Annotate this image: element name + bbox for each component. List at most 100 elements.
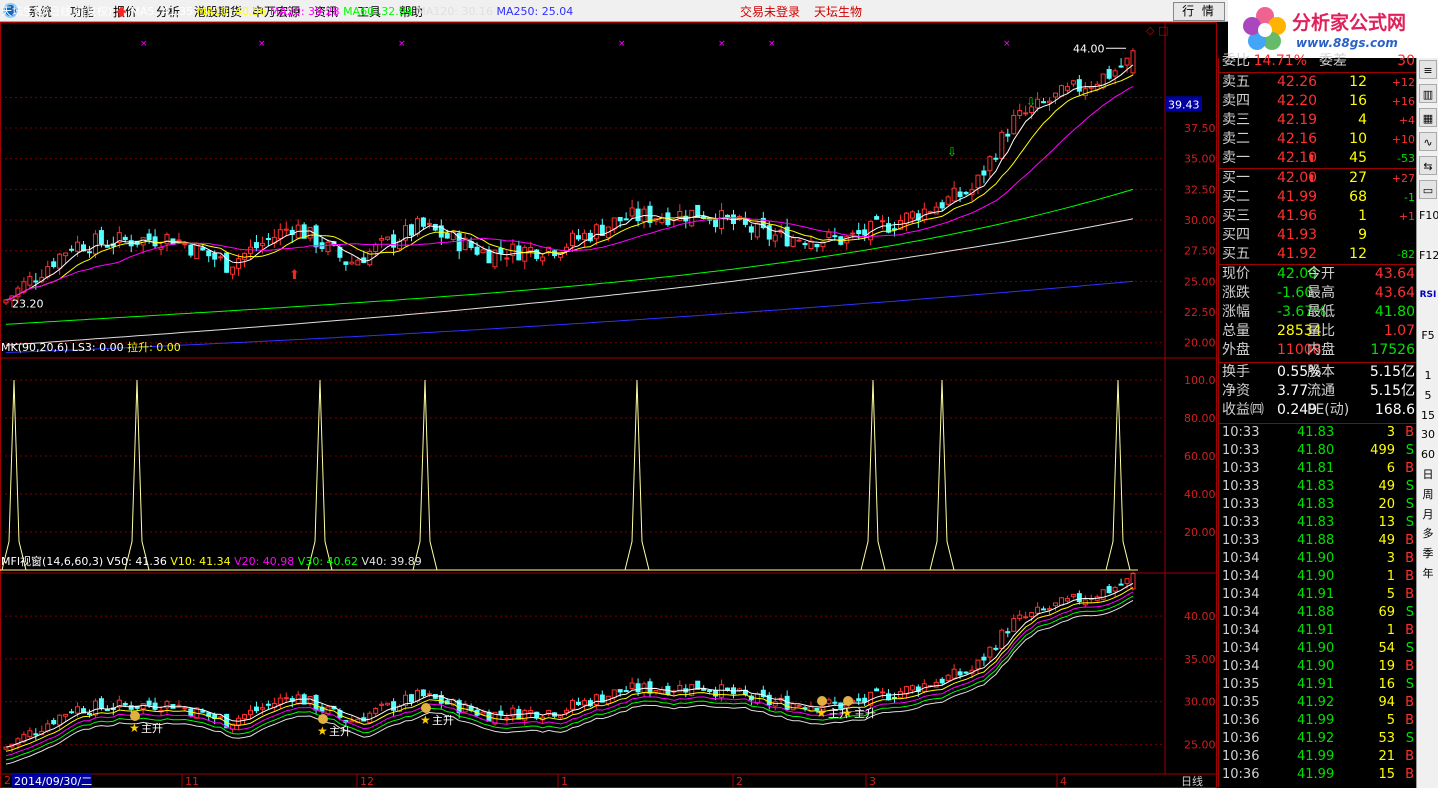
candle-body xyxy=(1047,100,1053,104)
tick-direction: S xyxy=(1405,479,1414,494)
panel-window-icons[interactable]: ◇ □ xyxy=(1146,24,1168,37)
ma60-value: MA60: 32.94 xyxy=(343,5,413,18)
tick-row: 10:33 41.88 49 B xyxy=(1219,532,1417,550)
tick-volume: 53 xyxy=(1378,731,1395,746)
mfi-candle-body xyxy=(975,659,981,670)
toolbar-button[interactable]: 1 xyxy=(1419,366,1437,385)
candle-body xyxy=(218,256,224,259)
toolbar-button[interactable]: 30 xyxy=(1419,425,1437,444)
tick-volume: 20 xyxy=(1378,497,1395,512)
toolbar-button[interactable]: 15 xyxy=(1419,406,1437,425)
mfi-candle-body xyxy=(939,678,945,684)
minute-icon[interactable]: ▭ xyxy=(1419,180,1437,199)
quote-tab[interactable]: 行 情 xyxy=(1173,2,1225,21)
book-row: 买四 41.93 9 xyxy=(1219,226,1417,245)
toolbar-button[interactable]: F12 xyxy=(1419,246,1438,265)
fund-value: 5.15亿 xyxy=(1369,383,1415,399)
mk-spike xyxy=(307,379,333,571)
toolbar-button[interactable]: RSI xyxy=(1419,286,1437,305)
weicha-value: 30 xyxy=(1397,53,1415,69)
signal-marker-icon: × xyxy=(1003,39,1011,49)
book-label: 买四 xyxy=(1222,227,1250,243)
toolbar-button[interactable]: 5 xyxy=(1419,386,1437,405)
weicha-label: 委差 xyxy=(1319,53,1347,69)
mfi-candle-body xyxy=(164,700,170,709)
mk-lasheng: 拉升: 0.00 xyxy=(127,341,181,354)
mfi-candle-body xyxy=(75,706,81,714)
candle-body xyxy=(939,202,945,209)
arrow-up-icon: ⬆ xyxy=(1307,172,1317,185)
current-price-tag-text: 39.43 xyxy=(1168,98,1200,111)
candle-body xyxy=(373,244,379,253)
toolbar-button[interactable]: 日 xyxy=(1419,465,1437,484)
mfi-candle-body xyxy=(790,703,796,711)
line-chart-icon[interactable]: ∿ xyxy=(1419,132,1437,151)
candle-body xyxy=(408,224,414,236)
mfi-v30: V30: 40.62 xyxy=(297,555,359,568)
candle-body xyxy=(957,191,963,198)
signal-marker-icon: × xyxy=(140,39,148,49)
list-icon[interactable]: ≡ xyxy=(1419,60,1437,79)
mk-tick-label: 80.00 xyxy=(1184,412,1216,425)
quote-panel: 委比 14.71% 委差 30 卖五 42.26 12 +12 卖四 42.20 16 +16… xyxy=(1218,53,1417,788)
tick-row: 10:33 41.81 6 B xyxy=(1219,460,1417,478)
mfi-candle-body xyxy=(575,701,581,706)
mfi-candle-body xyxy=(1011,618,1017,632)
mfi-candle-body xyxy=(957,671,963,676)
candle-body xyxy=(92,233,98,255)
toolbar-button[interactable]: 多 xyxy=(1419,524,1437,543)
tick-price: 41.88 xyxy=(1297,605,1335,620)
watermark-url: www.88gs.com xyxy=(1296,36,1398,50)
mfi-candle-body xyxy=(593,694,599,705)
toolbar-button[interactable]: F10 xyxy=(1419,206,1438,225)
ma250-value: MA250: 25.04 xyxy=(496,5,574,18)
candle-body xyxy=(748,226,754,233)
mfi-candle-body xyxy=(1124,578,1130,584)
mfi-candle-body xyxy=(1035,606,1041,614)
mfi-panel-legend: MFI视窗(14,6,60,3) V50: 41.36 V10: 41.34 V… xyxy=(1,553,422,569)
ma10-line xyxy=(5,74,1134,301)
book-row: 买三 41.96 1 +1 xyxy=(1219,207,1417,226)
tick-volume: 1 xyxy=(1386,623,1395,638)
weibi-value: 14.71% xyxy=(1253,53,1307,69)
mfi-candle-body xyxy=(611,689,617,698)
tick-volume: 94 xyxy=(1378,695,1395,710)
mfi-candle-body xyxy=(951,668,957,679)
book-price: 42.16 xyxy=(1277,131,1318,147)
toolbar-button[interactable]: F5 xyxy=(1419,326,1437,345)
mfi-candle-body xyxy=(247,709,253,716)
mfi-candle-body xyxy=(1058,597,1064,606)
mfi-v30-line xyxy=(5,595,1134,761)
kline-chart[interactable]: 37.50 35.00 32.50 30.00 27.50 25.00 22.50 20.00… xyxy=(0,22,1218,788)
star-icon: ★ xyxy=(816,706,827,720)
toolbar-button[interactable]: 季 xyxy=(1419,544,1437,563)
candle-body xyxy=(206,250,212,257)
candle-body xyxy=(1118,65,1124,68)
tick-time: 10:33 xyxy=(1222,425,1260,440)
mfi-v50-line xyxy=(5,582,1134,748)
grid-icon[interactable]: ▦ xyxy=(1419,108,1437,127)
mfi-candle-body xyxy=(63,713,69,717)
tick-direction: S xyxy=(1405,677,1414,692)
compare-icon[interactable]: ⇆ xyxy=(1419,156,1437,175)
toolbar-button[interactable]: 60 xyxy=(1419,445,1437,464)
bars-icon[interactable]: ▥ xyxy=(1419,84,1437,103)
candle-body xyxy=(945,196,951,205)
toolbar-button[interactable]: 月 xyxy=(1419,505,1437,524)
tick-direction: B xyxy=(1405,713,1414,728)
tick-time: 10:35 xyxy=(1222,677,1260,692)
toolbar-button[interactable]: 周 xyxy=(1419,485,1437,504)
book-row: 卖五 42.26 12 +12 xyxy=(1219,73,1417,92)
signal-marker-icon: × xyxy=(618,39,626,49)
candle-body xyxy=(772,234,778,242)
price-tick-label: 25.00 xyxy=(1184,275,1216,288)
candle-body xyxy=(575,235,581,240)
candle-body xyxy=(522,246,528,262)
candle-body xyxy=(1041,101,1047,104)
stat-value: 43.64 xyxy=(1374,266,1415,282)
stat-label: 总量 xyxy=(1222,323,1250,339)
toolbar-button[interactable]: 年 xyxy=(1419,564,1437,583)
tick-time: 10:36 xyxy=(1222,749,1260,764)
book-label: 卖三 xyxy=(1222,112,1250,128)
login-status[interactable]: 交易未登录 xyxy=(740,3,800,20)
